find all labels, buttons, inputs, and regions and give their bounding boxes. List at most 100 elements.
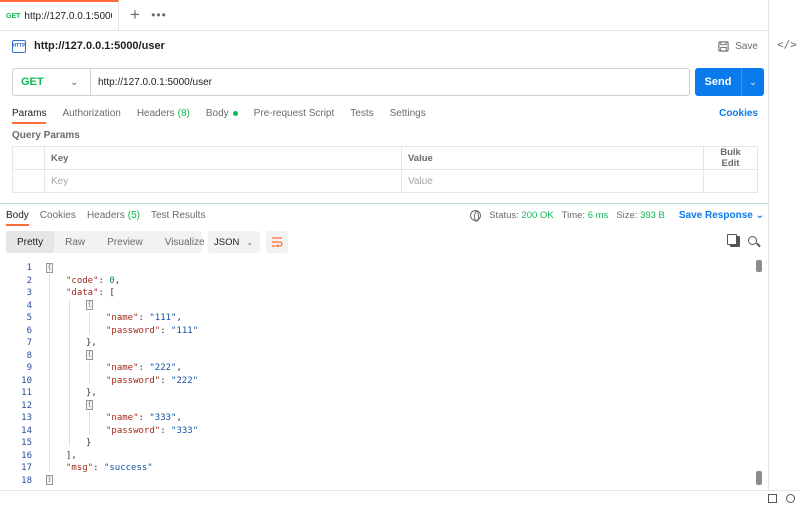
new-tab-plus-icon[interactable]: + [123,0,147,30]
code-text: "password": "333" [106,425,198,438]
params-row-checkbox [12,169,45,193]
code-line: 15} [0,437,750,450]
fold-toggle-icon[interactable]: { [86,350,93,360]
globe-icon[interactable] [470,209,482,222]
more-tabs-icon[interactable]: ••• [147,0,171,30]
time-value: 6 ms [587,209,609,221]
method-select[interactable]: GET ⌄ [13,69,91,95]
help-icon[interactable] [786,494,795,503]
code-snippet-icon[interactable]: </> [777,38,797,51]
line-number: 11 [21,388,32,398]
status-footer [0,490,800,505]
size-info[interactable]: Size: 393 B [616,210,665,221]
code-line: 14 "password": "333" [0,425,750,438]
json-punctuation: }, [86,388,97,398]
send-options-chevron-icon[interactable]: ⌄ [742,77,764,88]
body-indicator-dot [232,110,238,116]
params-empty-row: Key Value [12,169,758,193]
code-text: "name": "111", [106,312,182,325]
line-number: 17 [21,463,32,473]
tab-settings[interactable]: Settings [390,102,426,124]
response-tab-cookies[interactable]: Cookies [40,204,76,226]
tab-headers[interactable]: Headers (8) [137,102,190,124]
fold-toggle-icon[interactable]: { [86,400,93,410]
code-line: 18} [0,475,750,488]
layout-icon[interactable] [768,494,777,503]
param-value-input[interactable]: Value [401,169,704,193]
save-button[interactable]: Save [718,41,758,52]
url-input[interactable] [91,76,689,88]
response-status-bar: Status: 200 OK Time: 6 ms Size: 393 B Sa… [470,209,764,222]
line-number: 5 [26,313,32,323]
code-text: "data": [ [66,287,115,300]
scrollbar-up-thumb[interactable] [756,260,762,272]
json-string: "333" [149,413,177,423]
request-tabs: Params Authorization Headers (8) Body Pr… [12,102,758,124]
code-text: ], [66,450,77,463]
search-icon[interactable] [748,236,757,245]
response-tab-body[interactable]: Body [6,204,29,226]
tab-headers-count: (8) [177,107,190,119]
tab-body[interactable]: Body [206,102,238,124]
code-text: "msg": "success" [66,462,153,475]
json-string: "333" [171,425,199,436]
wrap-lines-button[interactable] [266,231,288,253]
fold-toggle-icon[interactable]: { [46,262,53,273]
request-name[interactable]: http://127.0.0.1:5000/user [34,40,165,52]
tab-tests[interactable]: Tests [350,102,373,124]
json-colon: : [138,313,150,323]
format-preview[interactable]: Preview [96,231,154,253]
format-visualize[interactable]: Visualize [154,231,216,253]
line-number: 1 [26,263,32,273]
json-key: "msg" [66,463,94,473]
json-punctuation: ], [66,450,77,461]
code-text: { [86,350,93,363]
scrollbar-down-thumb[interactable] [756,471,762,485]
bulk-edit-button[interactable]: Bulk Edit [703,146,758,170]
http-icon: HTTP [12,39,26,53]
chevron-down-icon: ⌄ [755,209,764,221]
json-colon: : [98,275,110,286]
code-line: 4{ [0,300,750,313]
json-key: "password" [106,425,161,436]
cookies-link[interactable]: Cookies [719,108,758,119]
response-tab-test-results[interactable]: Test Results [151,204,205,226]
time-info[interactable]: Time: 6 ms [562,210,609,221]
fold-toggle-icon[interactable]: } [46,475,53,485]
language-select[interactable]: JSON ⌄ [208,231,260,253]
tab-prerequest-script[interactable]: Pre-request Script [254,102,335,124]
line-number: 12 [21,400,32,411]
query-params-table: Key Value Bulk Edit Key Value [12,146,758,193]
json-string: "222" [149,363,177,373]
language-label: JSON [214,236,240,248]
tab-authorization[interactable]: Authorization [62,102,120,124]
save-response-label: Save Response [678,209,753,221]
code-text: "code": 0, [66,275,120,288]
status-value: 200 OK [521,209,554,221]
line-number: 9 [26,363,32,373]
line-number: 3 [26,288,32,298]
query-params-label: Query Params [12,130,80,141]
fold-toggle-icon[interactable]: { [86,300,93,310]
tab-params[interactable]: Params [12,102,47,124]
json-colon: : [160,375,172,386]
status-info[interactable]: Status: 200 OK [489,210,553,221]
json-string: "success" [103,463,153,473]
send-button[interactable]: Send ⌄ [695,68,764,96]
code-scrollbar[interactable] [756,260,762,488]
response-code-view[interactable]: 1{2 "code": 0, 3 "data": [4{5 "name": "111",… [0,260,768,488]
copy-icon[interactable] [727,234,740,247]
code-text: "password": "111" [106,325,198,338]
format-raw[interactable]: Raw [54,231,96,253]
response-tabs: Body Cookies Headers (5) Test Results St… [6,204,764,226]
request-tab[interactable]: GET http://127.0.0.1:5000/user [0,0,119,30]
format-pretty[interactable]: Pretty [6,231,55,253]
time-label: Time: [561,209,586,221]
json-comma: , [176,363,182,373]
param-key-input[interactable]: Key [44,169,402,193]
json-punctuation: [ [109,288,115,298]
response-tools [727,234,757,247]
response-tab-headers[interactable]: Headers (5) [87,204,140,226]
save-response-button[interactable]: Save Response ⌄ [679,210,764,221]
param-description-cell [703,169,758,193]
